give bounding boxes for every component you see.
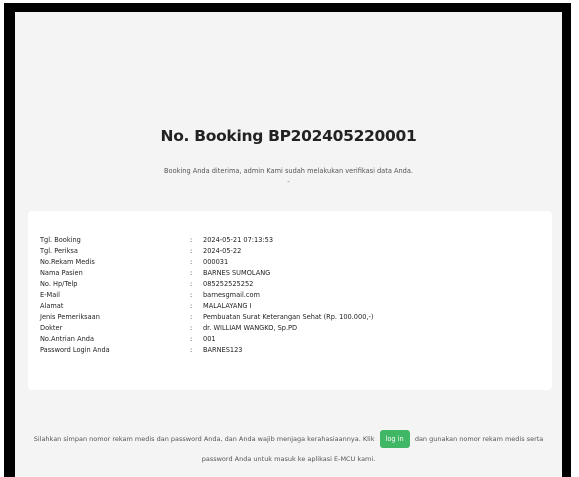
detail-colon: : [190, 280, 193, 288]
detail-label: No.Rekam Medis [40, 258, 95, 266]
detail-value: barnesgmail.com [203, 291, 260, 299]
detail-row-tgl-periksa: Tgl. Periksa : 2024-05-22 [28, 247, 552, 258]
detail-colon: : [190, 269, 193, 277]
detail-row-jenis-pemeriksaan: Jenis Pemeriksaan : Pembuatan Surat Kete… [28, 313, 552, 324]
detail-row-alamat: Alamat : MALALAYANG I [28, 302, 552, 313]
footer-instructions-line2: password Anda untuk masuk ke aplikasi E-… [201, 455, 376, 463]
screenshot-frame: No. Booking BP202405220001 Booking Anda … [4, 3, 571, 477]
detail-value: Pembuatan Surat Keterangan Sehat (Rp. 10… [203, 313, 374, 321]
detail-value: 2024-05-21 07:13:53 [203, 236, 274, 244]
footer-instructions: Silahkan simpan nomor rekam medis dan pa… [15, 430, 562, 448]
login-button[interactable]: log in [379, 430, 410, 448]
detail-colon: : [190, 247, 193, 255]
detail-value: MALALAYANG I [203, 302, 252, 310]
detail-label: Tgl. Periksa [40, 247, 78, 255]
detail-value: 2024-05-22 [203, 247, 242, 255]
detail-label: Jenis Pemeriksaan [40, 313, 100, 321]
detail-label: E-Mail [40, 291, 60, 299]
detail-value: BARNES SUMOLANG [203, 269, 271, 277]
detail-colon: : [190, 258, 193, 266]
detail-value: 001 [203, 335, 216, 343]
detail-colon: : [190, 302, 193, 310]
detail-colon: : [190, 346, 193, 354]
detail-colon: : [190, 291, 193, 299]
footer-text-before: Silahkan simpan nomor rekam medis dan pa… [33, 435, 375, 443]
detail-label: No.Antrian Anda [40, 335, 94, 343]
detail-row-dokter: Dokter : dr. WILLIAM WANGKO, Sp.PD [28, 324, 552, 335]
detail-colon: : [190, 324, 193, 332]
detail-colon: : [190, 313, 193, 321]
detail-label: Password Login Anda [40, 346, 110, 354]
detail-label: Dokter [40, 324, 63, 332]
detail-label: Nama Pasien [40, 269, 83, 277]
booking-details-card: Tgl. Booking : 2024-05-21 07:13:53 Tgl. … [28, 211, 552, 390]
booking-number-title: No. Booking BP202405220001 [160, 127, 417, 145]
detail-row-tgl-booking: Tgl. Booking : 2024-05-21 07:13:53 [28, 236, 552, 247]
detail-value: BARNES123 [203, 346, 243, 354]
detail-colon: : [190, 236, 193, 244]
detail-value: dr. WILLIAM WANGKO, Sp.PD [203, 324, 298, 332]
footer-text-after: dan gunakan nomor rekam medis serta [414, 435, 544, 443]
detail-row-no-antrian: No.Antrian Anda : 001 [28, 335, 552, 346]
separator-dash: - [287, 178, 290, 186]
detail-label: Alamat [40, 302, 64, 310]
booking-confirmation-page: No. Booking BP202405220001 Booking Anda … [15, 12, 562, 477]
detail-value: 000031 [203, 258, 229, 266]
detail-row-email: E-Mail : barnesgmail.com [28, 291, 552, 302]
detail-value: 085252525252 [203, 280, 254, 288]
booking-confirmation-message: Booking Anda diterima, admin Kami sudah … [164, 167, 413, 175]
detail-label: Tgl. Booking [40, 236, 81, 244]
detail-row-nama-pasien: Nama Pasien : BARNES SUMOLANG [28, 269, 552, 280]
detail-row-no-rekam-medis: No.Rekam Medis : 000031 [28, 258, 552, 269]
detail-row-password: Password Login Anda : BARNES123 [28, 346, 552, 357]
detail-row-no-hp: No. Hp/Telp : 085252525252 [28, 280, 552, 291]
detail-label: No. Hp/Telp [40, 280, 78, 288]
detail-colon: : [190, 335, 193, 343]
